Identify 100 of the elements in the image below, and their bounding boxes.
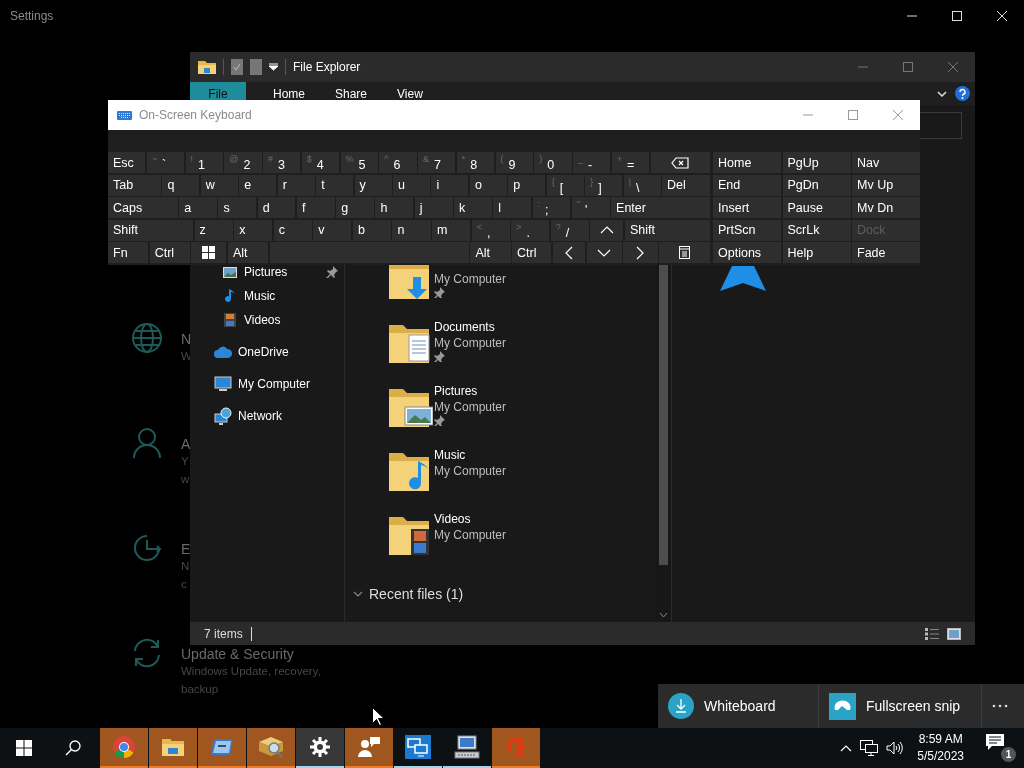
keyboard-key[interactable] bbox=[659, 242, 710, 263]
keyboard-key[interactable]: Ctrl bbox=[149, 242, 190, 263]
keyboard-key[interactable]: Home bbox=[713, 152, 781, 173]
chevron-down-icon[interactable] bbox=[353, 589, 363, 599]
keyboard-key[interactable]: i bbox=[431, 174, 469, 196]
keyboard-key[interactable]: h bbox=[375, 197, 414, 218]
nav-item[interactable]: Videos bbox=[244, 313, 338, 327]
keyboard-key[interactable]: m bbox=[432, 219, 471, 241]
folder-name[interactable]: Videos bbox=[434, 511, 507, 527]
keyboard-key[interactable]: Mv Up bbox=[852, 174, 920, 196]
keyboard-key[interactable]: $ 4 bbox=[301, 152, 339, 173]
keyboard-key[interactable]: * 8 bbox=[456, 152, 494, 173]
keyboard-key[interactable]: ^ 6 bbox=[379, 152, 417, 173]
nav-item[interactable]: Network bbox=[238, 409, 338, 423]
keyboard-key[interactable]: ~ ` bbox=[146, 152, 184, 173]
keyboard-key[interactable]: ScrLk bbox=[782, 219, 851, 241]
keyboard-key[interactable]: End bbox=[713, 174, 781, 196]
keyboard-key[interactable]: Help bbox=[782, 242, 851, 263]
keyboard-key[interactable]: PgDn bbox=[782, 174, 851, 196]
keyboard-key[interactable]: ! 1 bbox=[185, 152, 223, 173]
category-title[interactable]: A bbox=[181, 436, 191, 452]
keyboard-key[interactable]: PgUp bbox=[782, 152, 851, 173]
keyboard-key[interactable]: Caps bbox=[108, 197, 178, 218]
keyboard-key[interactable]: o bbox=[469, 174, 507, 196]
nav-item[interactable]: My Computer bbox=[238, 377, 338, 391]
folder-name[interactable]: Music bbox=[434, 447, 507, 463]
keyboard-key[interactable]: } ] bbox=[585, 174, 623, 196]
keyboard-key[interactable]: Alt bbox=[227, 242, 269, 263]
keyboard-key[interactable]: e bbox=[239, 174, 277, 196]
pin-icon[interactable] bbox=[434, 351, 445, 362]
keyboard-key[interactable]: s bbox=[218, 197, 257, 218]
nav-item[interactable]: OneDrive bbox=[238, 345, 338, 359]
folder-name[interactable]: Pictures bbox=[434, 383, 507, 399]
pin-icon[interactable] bbox=[434, 415, 445, 426]
keyboard-key[interactable]: Options bbox=[713, 242, 781, 263]
keyboard-key[interactable]: u bbox=[393, 174, 430, 196]
group-header[interactable]: Recent files (1) bbox=[369, 586, 464, 602]
keyboard-key[interactable]: { [ bbox=[546, 174, 584, 196]
keyboard-key[interactable]: Nav bbox=[852, 152, 920, 173]
keyboard-key[interactable]: | \ bbox=[623, 174, 661, 196]
folder-name[interactable]: Documents bbox=[434, 319, 507, 335]
keyboard-key[interactable]: Del bbox=[662, 174, 710, 196]
keyboard-key[interactable]: w bbox=[200, 174, 238, 196]
keyboard-key[interactable]: n bbox=[392, 219, 431, 241]
keyboard-key[interactable]: < , bbox=[471, 219, 510, 241]
keyboard-key[interactable]: Tab bbox=[108, 174, 161, 196]
clock[interactable]: 8:59 AM 5/5/2023 bbox=[917, 731, 964, 765]
keyboard-key[interactable]: x bbox=[234, 219, 273, 241]
keyboard-key[interactable]: t bbox=[316, 174, 354, 196]
keyboard-key[interactable]: Insert bbox=[713, 197, 781, 218]
keyboard-key[interactable]: ( 9 bbox=[495, 152, 533, 173]
nav-item[interactable]: Music bbox=[244, 289, 338, 303]
keyboard-key[interactable] bbox=[650, 152, 710, 173]
keyboard-key[interactable]: Shift bbox=[624, 219, 710, 241]
keyboard-key[interactable]: j bbox=[414, 197, 453, 218]
keyboard-key[interactable]: f bbox=[296, 197, 335, 218]
category-title[interactable]: N bbox=[181, 331, 192, 347]
keyboard-key[interactable]: Pause bbox=[782, 197, 851, 218]
keyboard-key[interactable]: k bbox=[454, 197, 492, 218]
pin-icon[interactable] bbox=[434, 287, 445, 298]
keyboard-key[interactable]: l bbox=[493, 197, 532, 218]
keyboard-key[interactable]: Shift bbox=[108, 219, 194, 241]
keyboard-key[interactable]: r bbox=[277, 174, 315, 196]
pin-icon[interactable] bbox=[326, 266, 338, 278]
category-title[interactable]: Update & Security bbox=[181, 646, 321, 662]
keyboard-key[interactable]: & 7 bbox=[418, 152, 456, 173]
keyboard-key[interactable]: Mv Dn bbox=[852, 197, 920, 218]
keyboard-key[interactable]: Fn bbox=[108, 242, 149, 263]
keyboard-key[interactable]: Esc bbox=[108, 152, 146, 173]
keyboard-key[interactable]: y bbox=[354, 174, 392, 196]
keyboard-key[interactable] bbox=[191, 242, 227, 263]
keyboard-key[interactable]: _ - bbox=[573, 152, 611, 173]
keyboard-key[interactable]: @ 2 bbox=[224, 152, 262, 173]
keyboard-key[interactable]: ) 0 bbox=[534, 152, 572, 173]
scroll-thumb[interactable] bbox=[659, 265, 668, 565]
keyboard-key[interactable]: PrtScn bbox=[713, 219, 781, 241]
chevron-right-icon bbox=[636, 245, 645, 260]
keyboard-key[interactable]: g bbox=[336, 197, 374, 218]
keyboard-key[interactable]: Enter bbox=[611, 197, 711, 218]
taskbar-button[interactable] bbox=[296, 728, 344, 768]
keyboard-key[interactable]: Fade bbox=[852, 242, 920, 263]
keyboard-key[interactable]: ? / bbox=[550, 219, 589, 241]
keyboard-key[interactable]: # 3 bbox=[263, 152, 301, 173]
keyboard-key[interactable]: b bbox=[352, 219, 391, 241]
keyboard-key[interactable]: q bbox=[162, 174, 200, 196]
keyboard-key[interactable]: d bbox=[257, 197, 296, 218]
keyboard-key[interactable]: : ; bbox=[532, 197, 571, 218]
category-title[interactable]: E bbox=[181, 541, 191, 557]
keyboard-key[interactable]: + = bbox=[611, 152, 649, 173]
keyboard-key[interactable]: z bbox=[194, 219, 233, 241]
keyboard-key[interactable]: % 5 bbox=[340, 152, 378, 173]
keyboard-key[interactable]: c bbox=[273, 219, 312, 241]
keyboard-key[interactable]: a bbox=[179, 197, 217, 218]
keyboard-key[interactable]: > . bbox=[511, 219, 550, 241]
nav-item[interactable]: Pictures bbox=[244, 265, 320, 279]
keyboard-key[interactable]: v bbox=[313, 219, 352, 241]
keyboard-key[interactable]: " ' bbox=[571, 197, 610, 218]
keyboard-key[interactable]: Ctrl bbox=[512, 242, 552, 263]
keyboard-key[interactable]: p bbox=[508, 174, 546, 196]
keyboard-key[interactable]: Alt bbox=[470, 242, 511, 263]
